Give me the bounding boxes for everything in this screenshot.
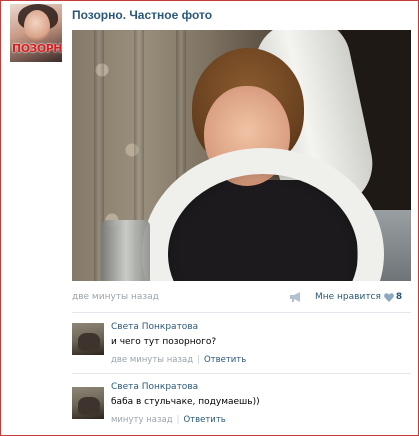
avatar-figure: [78, 333, 100, 351]
commenter-avatar[interactable]: [72, 387, 104, 419]
like-count: 8: [395, 292, 403, 302]
share-megaphone-icon[interactable]: [289, 291, 303, 303]
avatar-face-shape: [24, 10, 50, 42]
post-photo[interactable]: [72, 30, 411, 281]
comment-author-link[interactable]: Света Понкратова: [111, 322, 198, 332]
photo-bottle: [102, 220, 150, 281]
like-area[interactable]: Мне нравится 8: [289, 289, 402, 305]
heart-icon[interactable]: [384, 292, 394, 302]
reply-link[interactable]: Ответить: [204, 355, 246, 365]
comment-item: Света Понкратова и чего тут позорного? д…: [72, 322, 411, 365]
comment-time[interactable]: две минуты назад: [111, 355, 193, 365]
comments-divider: [72, 373, 411, 374]
comment-time[interactable]: минуту назад: [111, 415, 173, 425]
comment-meta: две минуты назад | Ответить: [111, 355, 246, 365]
avatar-logo: ПОЗОРНО: [12, 42, 62, 55]
comments-divider: [72, 312, 411, 313]
post-timestamp[interactable]: две минуты назад: [72, 292, 159, 302]
comment-meta-separator: |: [176, 415, 180, 425]
comment-author-link[interactable]: Света Понкратова: [111, 382, 198, 392]
commenter-avatar[interactable]: [72, 323, 104, 355]
comment-text: и чего тут позорного?: [111, 337, 217, 347]
comment-meta: минуту назад | Ответить: [111, 415, 226, 425]
group-title-link[interactable]: Позорно. Частное фото: [72, 8, 212, 22]
comment-meta-separator: |: [197, 355, 200, 365]
reply-link[interactable]: Ответить: [183, 415, 225, 425]
post-frame: ПОЗОРНО Позорно. Частное фото две минуты…: [0, 0, 419, 436]
avatar-figure: [78, 397, 100, 415]
group-avatar[interactable]: ПОЗОРНО: [10, 4, 62, 62]
comment-text: баба в стульчаке, подумаешь)): [111, 397, 260, 407]
comment-item: Света Понкратова баба в стульчаке, подум…: [72, 382, 411, 425]
like-label[interactable]: Мне нравится: [315, 292, 381, 302]
